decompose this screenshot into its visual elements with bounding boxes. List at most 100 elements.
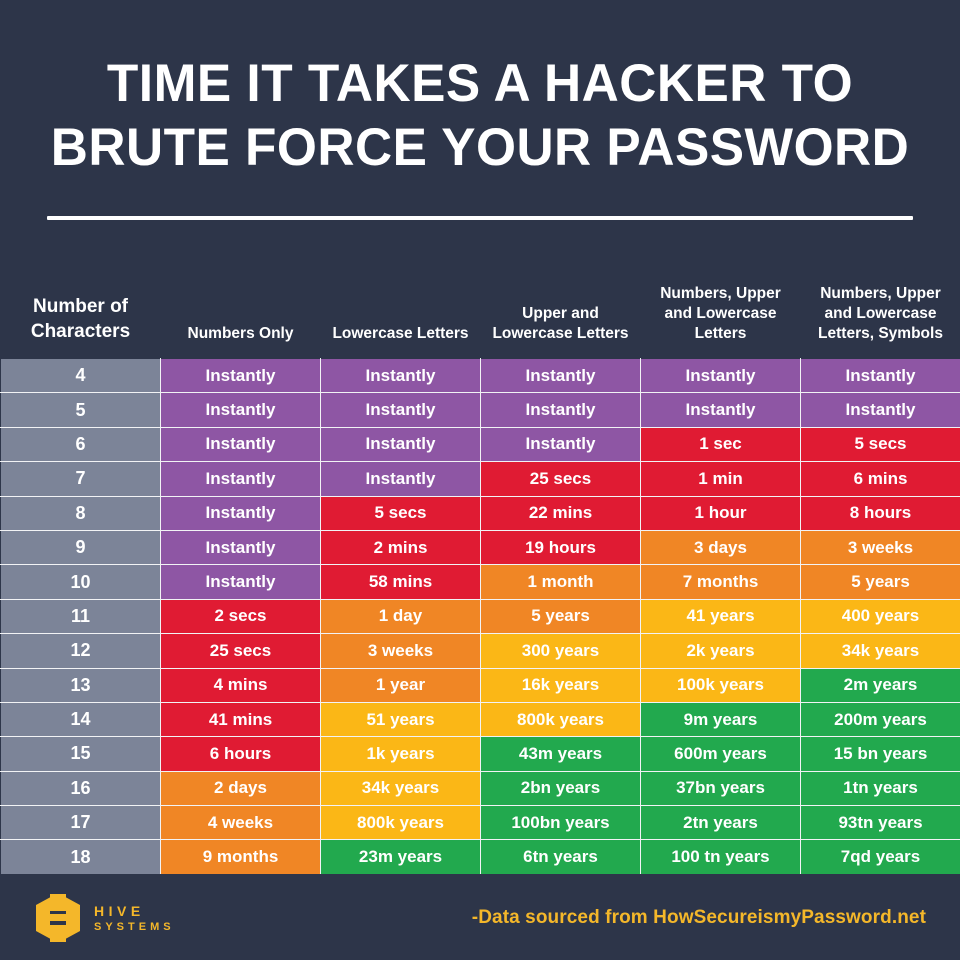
crack-time-cell: Instantly bbox=[320, 426, 481, 463]
crack-time-cell: 19 hours bbox=[480, 529, 641, 566]
crack-time-cell: 100k years bbox=[640, 667, 801, 703]
crack-time-cell: 800k years bbox=[480, 701, 641, 738]
row-header-character-count: 6 bbox=[0, 426, 161, 463]
crack-time-cell: 4 weeks bbox=[160, 805, 321, 841]
crack-time-cell: Instantly bbox=[800, 392, 960, 428]
crack-time-cell: 2tn years bbox=[640, 805, 801, 841]
table-row: 13 4 mins 1 year 16k years 100k years 2m year… bbox=[0, 667, 960, 703]
crack-time-cell: 34k years bbox=[320, 770, 481, 807]
row-header-character-count: 15 bbox=[0, 736, 161, 772]
table-row: 8 Instantly 5 secs 22 mins 1 hour 8 hours bbox=[0, 495, 960, 531]
brand-wordmark: HIVE SYSTEMS bbox=[94, 904, 175, 933]
row-header-character-count: 16 bbox=[0, 770, 161, 807]
table-row: 16 2 days 34k years 2bn years 37bn years 1tn … bbox=[0, 770, 960, 807]
crack-time-cell: 16k years bbox=[480, 667, 641, 703]
table-row: 4 Instantly Instantly Instantly Instantly Ins… bbox=[0, 357, 960, 394]
crack-time-cell: 9m years bbox=[640, 701, 801, 738]
row-header-character-count: 14 bbox=[0, 701, 161, 738]
crack-time-cell: 23m years bbox=[320, 839, 481, 875]
crack-time-cell: 100 tn years bbox=[640, 839, 801, 875]
crack-time-cell: 3 days bbox=[640, 529, 801, 566]
crack-time-cell: 7 months bbox=[640, 564, 801, 600]
crack-time-cell: 100bn years bbox=[480, 805, 641, 841]
crack-time-cell: 6 mins bbox=[800, 461, 960, 497]
table-body: 4 Instantly Instantly Instantly Instantly Ins… bbox=[0, 357, 960, 875]
brand-name-hive: HIVE bbox=[94, 902, 145, 919]
title-divider bbox=[47, 216, 913, 220]
crack-time-cell: 8 hours bbox=[800, 495, 960, 531]
row-header-character-count: 9 bbox=[0, 529, 161, 566]
crack-time-cell: Instantly bbox=[640, 357, 801, 394]
crack-time-cell: 41 mins bbox=[160, 701, 321, 738]
row-header-character-count: 17 bbox=[0, 805, 161, 841]
crack-time-cell: 1tn years bbox=[800, 770, 960, 807]
table-row: 14 41 mins 51 years 800k years 9m years 200m … bbox=[0, 701, 960, 738]
crack-time-cell: Instantly bbox=[480, 426, 641, 463]
crack-time-cell: Instantly bbox=[480, 357, 641, 394]
brand-logo: HIVE SYSTEMS bbox=[34, 892, 175, 944]
table-row: 10 Instantly 58 mins 1 month 7 months 5 years bbox=[0, 564, 960, 600]
table-row: 12 25 secs 3 weeks 300 years 2k years 34k yea… bbox=[0, 633, 960, 669]
title-line-1: TIME IT TAKES A HACKER TO bbox=[106, 54, 854, 113]
crack-time-cell: 5 secs bbox=[320, 495, 481, 531]
crack-time-cell: Instantly bbox=[800, 357, 960, 394]
crack-time-cell: 41 years bbox=[640, 598, 801, 635]
column-header-numbers-upper-lowercase-symbols: Numbers, Upper and Lowercase Letters, Sy… bbox=[800, 240, 960, 359]
crack-time-cell: 9 months bbox=[160, 839, 321, 875]
table-header-row: Number of Characters Numbers Only Lowerc… bbox=[0, 240, 960, 359]
crack-time-cell: Instantly bbox=[160, 564, 321, 600]
crack-time-cell: 300 years bbox=[480, 633, 641, 669]
crack-time-cell: 7qd years bbox=[800, 839, 960, 875]
crack-time-cell: Instantly bbox=[160, 357, 321, 394]
column-header-numbers-upper-and-lowercase-letters: Numbers, Upper and Lowercase Letters bbox=[640, 240, 801, 359]
crack-time-cell: 6tn years bbox=[480, 839, 641, 875]
crack-time-cell: 2 mins bbox=[320, 529, 481, 566]
crack-time-cell: 22 mins bbox=[480, 495, 641, 531]
column-header-lowercase-letters: Lowercase Letters bbox=[320, 240, 481, 359]
crack-time-cell: 34k years bbox=[800, 633, 960, 669]
row-header-character-count: 13 bbox=[0, 667, 161, 703]
table-row: 6 Instantly Instantly Instantly 1 sec 5 secs bbox=[0, 426, 960, 463]
row-header-character-count: 18 bbox=[0, 839, 161, 875]
brand-name-systems: SYSTEMS bbox=[94, 920, 175, 933]
crack-time-cell: 5 years bbox=[480, 598, 641, 635]
crack-time-cell: Instantly bbox=[160, 529, 321, 566]
crack-time-cell: 2 days bbox=[160, 770, 321, 807]
crack-time-cell: 400 years bbox=[800, 598, 960, 635]
crack-time-cell: 2k years bbox=[640, 633, 801, 669]
password-strength-table-wrapper: Number of Characters Numbers Only Lowerc… bbox=[0, 240, 960, 875]
row-header-character-count: 10 bbox=[0, 564, 161, 600]
crack-time-cell: 2bn years bbox=[480, 770, 641, 807]
crack-time-cell: 5 years bbox=[800, 564, 960, 600]
table-row: 11 2 secs 1 day 5 years 41 years 400 years bbox=[0, 598, 960, 635]
password-strength-table: Number of Characters Numbers Only Lowerc… bbox=[0, 240, 960, 875]
crack-time-cell: 3 weeks bbox=[320, 633, 481, 669]
crack-time-cell: 3 weeks bbox=[800, 529, 960, 566]
crack-time-cell: 4 mins bbox=[160, 667, 321, 703]
crack-time-cell: 51 years bbox=[320, 701, 481, 738]
crack-time-cell: 15 bn years bbox=[800, 736, 960, 772]
crack-time-cell: 600m years bbox=[640, 736, 801, 772]
column-header-upper-and-lowercase-letters: Upper and Lowercase Letters bbox=[480, 240, 641, 359]
hive-hexagon-logo-icon bbox=[34, 892, 82, 944]
crack-time-cell: 43m years bbox=[480, 736, 641, 772]
data-source-attribution: -Data sourced from HowSecureismyPassword… bbox=[471, 907, 926, 928]
infographic-page: HIVE SYSTEMS TIME IT TAKES A HACKER TO B… bbox=[0, 0, 960, 960]
crack-time-cell: 1 day bbox=[320, 598, 481, 635]
crack-time-cell: 37bn years bbox=[640, 770, 801, 807]
row-header-character-count: 11 bbox=[0, 598, 161, 635]
crack-time-cell: Instantly bbox=[160, 426, 321, 463]
crack-time-cell: Instantly bbox=[320, 357, 481, 394]
crack-time-cell: 1 min bbox=[640, 461, 801, 497]
crack-time-cell: 58 mins bbox=[320, 564, 481, 600]
table-row: 9 Instantly 2 mins 19 hours 3 days 3 weeks bbox=[0, 529, 960, 566]
crack-time-cell: 2m years bbox=[800, 667, 960, 703]
crack-time-cell: 25 secs bbox=[160, 633, 321, 669]
crack-time-cell: 5 secs bbox=[800, 426, 960, 463]
row-header-character-count: 4 bbox=[0, 357, 161, 394]
crack-time-cell: Instantly bbox=[320, 461, 481, 497]
page-title: TIME IT TAKES A HACKER TO BRUTE FORCE YO… bbox=[0, 0, 960, 220]
crack-time-cell: 200m years bbox=[800, 701, 960, 738]
row-header-character-count: 12 bbox=[0, 633, 161, 669]
table-row: 17 4 weeks 800k years 100bn years 2tn years 9… bbox=[0, 805, 960, 841]
